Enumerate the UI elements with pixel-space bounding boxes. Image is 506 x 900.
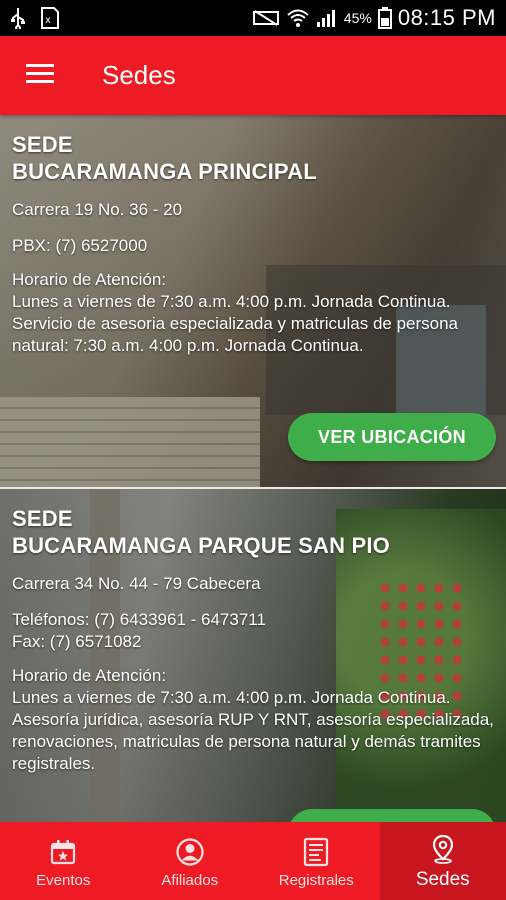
- document-icon: [303, 834, 329, 870]
- mute-icon: [252, 8, 280, 28]
- view-location-button[interactable]: [288, 809, 496, 822]
- location-pin-icon: [430, 831, 456, 867]
- tab-afiliados[interactable]: Afiliados: [127, 822, 254, 900]
- sede-name: BUCARAMANGA PARQUE SAN PIO: [12, 533, 390, 558]
- tab-eventos[interactable]: Eventos: [0, 822, 127, 900]
- wifi-icon: [286, 8, 310, 28]
- app-bar: Sedes: [0, 36, 506, 115]
- status-bar: x 45% 08:15 PM: [0, 0, 506, 36]
- hamburger-icon: [26, 62, 54, 89]
- view-location-button[interactable]: VER UBICACIÓN: [288, 413, 496, 461]
- user-circle-icon: [175, 834, 205, 870]
- signal-icon: [316, 8, 338, 28]
- menu-button[interactable]: [0, 36, 80, 115]
- clock: 08:15 PM: [397, 5, 496, 30]
- battery-percent: 45%: [343, 10, 372, 26]
- sede-card: SEDE BUCARAMANGA PARQUE SAN PIO Carrera …: [0, 489, 506, 822]
- sede-phone: PBX: (7) 6527000: [12, 236, 148, 255]
- tab-label: Afiliados: [161, 871, 219, 889]
- sede-hours: Lunes a viernes de 7:30 a.m. 4:00 p.m. J…: [12, 688, 451, 707]
- sede-services: Asesoría jurídica, asesoría RUP Y RNT, a…: [12, 710, 494, 773]
- tab-label: Registrales: [278, 871, 354, 889]
- sede-title-prefix: SEDE: [12, 506, 73, 531]
- sede-name: BUCARAMANGA PRINCIPAL: [12, 159, 317, 184]
- tab-label: Eventos: [36, 871, 91, 889]
- sede-phone: Teléfonos: (7) 6433961 - 6473711: [12, 610, 266, 629]
- sede-hours-label: Horario de Atención:: [12, 270, 167, 289]
- sede-hours: Lunes a viernes de 7:30 a.m. 4:00 p.m. J…: [12, 292, 451, 311]
- sede-fax: Fax: (7) 6571082: [12, 632, 142, 651]
- sede-services: Servicio de asesoria especializada y mat…: [12, 314, 459, 355]
- tab-label: Sedes: [415, 869, 470, 890]
- sede-title-prefix: SEDE: [12, 132, 73, 157]
- calendar-star-icon: [49, 834, 77, 870]
- sede-address: Carrera 34 No. 44 - 79 Cabecera: [12, 574, 261, 593]
- page-title: Sedes: [102, 60, 176, 90]
- tab-registrales[interactable]: Registrales: [253, 822, 380, 900]
- debug-icon: x: [40, 6, 60, 30]
- sede-card: SEDE BUCARAMANGA PRINCIPAL Carrera 19 No…: [0, 115, 506, 487]
- sede-address: Carrera 19 No. 36 - 20: [12, 200, 183, 219]
- sedes-list[interactable]: SEDE BUCARAMANGA PRINCIPAL Carrera 19 No…: [0, 115, 506, 822]
- usb-icon: [10, 7, 26, 29]
- battery-icon: [377, 7, 392, 29]
- tab-sedes[interactable]: Sedes: [379, 822, 506, 900]
- svg-text:x: x: [45, 15, 51, 26]
- bottom-nav: Eventos Afiliados Registrales Sedes: [0, 822, 506, 900]
- sede-hours-label: Horario de Atención:: [12, 666, 167, 685]
